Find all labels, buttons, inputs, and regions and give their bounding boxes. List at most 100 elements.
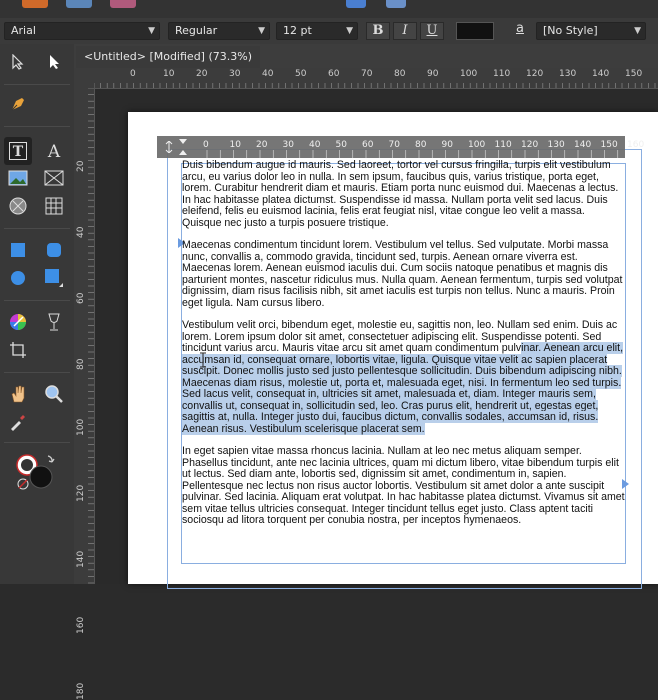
designer-persona-icon[interactable] <box>22 0 48 8</box>
fill-tool[interactable] <box>42 310 66 334</box>
move-arrow-icon <box>12 54 24 70</box>
color-picker-tool[interactable] <box>6 310 30 334</box>
ruler-label: 130 <box>559 69 577 79</box>
artistic-text-tool[interactable]: A <box>42 139 66 163</box>
rectangle-tool[interactable] <box>6 238 30 262</box>
hand-tool[interactable] <box>6 382 30 406</box>
text-ruler-label: 160 <box>627 140 645 150</box>
bold-button[interactable]: B <box>366 22 390 40</box>
tools-divider <box>4 300 70 301</box>
frame-text-tool[interactable]: T <box>4 137 32 165</box>
document-tab[interactable]: <Untitled> [Modified] (73.3%) <box>76 46 260 68</box>
text-ruler-label: 130 <box>547 140 565 150</box>
node-tool[interactable] <box>42 50 66 74</box>
paragraph-4: In eget sapien vitae massa rhoncus lacin… <box>182 445 625 526</box>
text-ruler-label: 120 <box>521 140 539 150</box>
ruler-label: 60 <box>76 292 86 304</box>
tools-divider <box>4 372 70 373</box>
move-tool[interactable] <box>6 50 30 74</box>
ruler-corner[interactable] <box>74 68 94 88</box>
hand-icon <box>11 385 25 403</box>
pen-tool[interactable] <box>6 92 30 116</box>
text-ruler-label: 90 <box>441 140 453 150</box>
ruler-label: 120 <box>76 484 86 502</box>
vector-crop-tool[interactable] <box>42 166 66 190</box>
font-size-select[interactable]: 12 pt ▼ <box>276 22 358 40</box>
underline-button[interactable]: U <box>420 22 444 40</box>
ruler-label: 180 <box>76 682 86 700</box>
ruler-label: 40 <box>76 226 86 238</box>
app-switcher-strip <box>0 0 658 18</box>
ruler-label: 100 <box>76 418 86 436</box>
ruler-label: 120 <box>526 69 544 79</box>
ruler-label: 150 <box>625 69 643 79</box>
ellipse-tool[interactable] <box>6 266 30 290</box>
ruler-label: 70 <box>361 69 373 79</box>
tools-divider <box>4 442 70 443</box>
rectangle-icon <box>11 243 25 257</box>
context-toolbar: Arial ▼ Regular ▼ 12 pt ▼ B I U a [No St… <box>0 18 658 45</box>
frame-text-icon: T <box>9 142 27 160</box>
horizontal-ruler[interactable]: 0 10 20 30 40 50 60 70 80 90 100 110 120 130 140 150 <box>94 68 658 89</box>
text-ruler-label: 80 <box>415 140 427 150</box>
move-frame-handle-icon[interactable] <box>165 140 173 154</box>
tools-panel: T A <box>0 44 74 584</box>
font-family-select[interactable]: Arial ▼ <box>4 22 160 40</box>
tools-divider <box>4 84 70 85</box>
table-tool[interactable] <box>42 194 66 218</box>
studio-link-icon[interactable] <box>346 0 366 8</box>
svg-text:A: A <box>47 142 61 161</box>
italic-button[interactable]: I <box>393 22 417 40</box>
ruler-label: 90 <box>427 69 439 79</box>
table-icon <box>45 197 63 215</box>
svg-text:T: T <box>13 144 24 160</box>
triangle-tool[interactable] <box>42 266 66 290</box>
shape-flyout-icon <box>45 269 63 287</box>
ruler-label: 80 <box>394 69 406 79</box>
paragraph-2: Maecenas condimentum tincidunt lorem. Ve… <box>182 239 623 309</box>
text-ruler-label: 30 <box>282 140 294 150</box>
font-style-select[interactable]: Regular ▼ <box>168 22 270 40</box>
fill-stroke-swatches[interactable] <box>14 450 55 490</box>
eyedropper-tool[interactable] <box>6 410 30 434</box>
crop-tool[interactable] <box>6 338 30 362</box>
character-style-icon[interactable]: a <box>512 21 528 41</box>
ruler-label: 40 <box>262 69 274 79</box>
ellipse-frame-icon <box>9 197 27 215</box>
indent-marker-icon[interactable] <box>179 139 187 155</box>
font-style-value: Regular <box>175 24 218 37</box>
text-color-swatch[interactable] <box>456 22 494 40</box>
paragraph-1: Duis bibendum augue id mauris. Sed laore… <box>182 159 619 229</box>
zoom-tool[interactable] <box>42 382 66 406</box>
wine-glass-icon <box>48 313 60 331</box>
ruler-label: 100 <box>460 69 478 79</box>
ruler-label: 0 <box>130 69 136 79</box>
chevron-down-icon: ▼ <box>634 26 641 36</box>
text-cursor-icon <box>199 352 206 368</box>
color-wheel-icon <box>10 314 26 330</box>
photo-persona-icon[interactable] <box>66 0 92 8</box>
story-text[interactable]: Duis bibendum augue id mauris. Sed laore… <box>182 159 625 538</box>
ruler-label: 110 <box>493 69 511 79</box>
text-ruler-label: 50 <box>335 140 347 150</box>
vertical-ruler[interactable]: 20 40 60 80 100 120 140 160 180 <box>74 88 95 700</box>
text-frame-ruler[interactable]: 0 10 20 30 40 50 60 70 80 90 100 110 120 130 140 150 160 <box>157 136 644 158</box>
tools-divider <box>4 228 70 229</box>
studio-link-alt-icon[interactable] <box>386 0 406 8</box>
text-ruler-label: 20 <box>256 140 268 150</box>
paragraph-style-value: [No Style] <box>543 24 598 37</box>
ruler-label: 60 <box>328 69 340 79</box>
ruler-label: 20 <box>196 69 208 79</box>
text-ruler-label: 70 <box>388 140 400 150</box>
crop-icon <box>10 342 26 358</box>
publisher-persona-icon[interactable] <box>110 0 136 8</box>
rounded-rectangle-tool[interactable] <box>42 238 66 262</box>
text-ruler-label: 100 <box>468 140 486 150</box>
artistic-text-icon: A <box>47 142 61 161</box>
chevron-down-icon: ▼ <box>148 26 155 36</box>
ruler-label: 80 <box>76 358 86 370</box>
ruler-label: 140 <box>76 550 86 568</box>
ellipse-frame-tool[interactable] <box>6 194 30 218</box>
picture-frame-tool[interactable] <box>6 166 30 190</box>
paragraph-style-select[interactable]: [No Style] ▼ <box>536 22 646 40</box>
